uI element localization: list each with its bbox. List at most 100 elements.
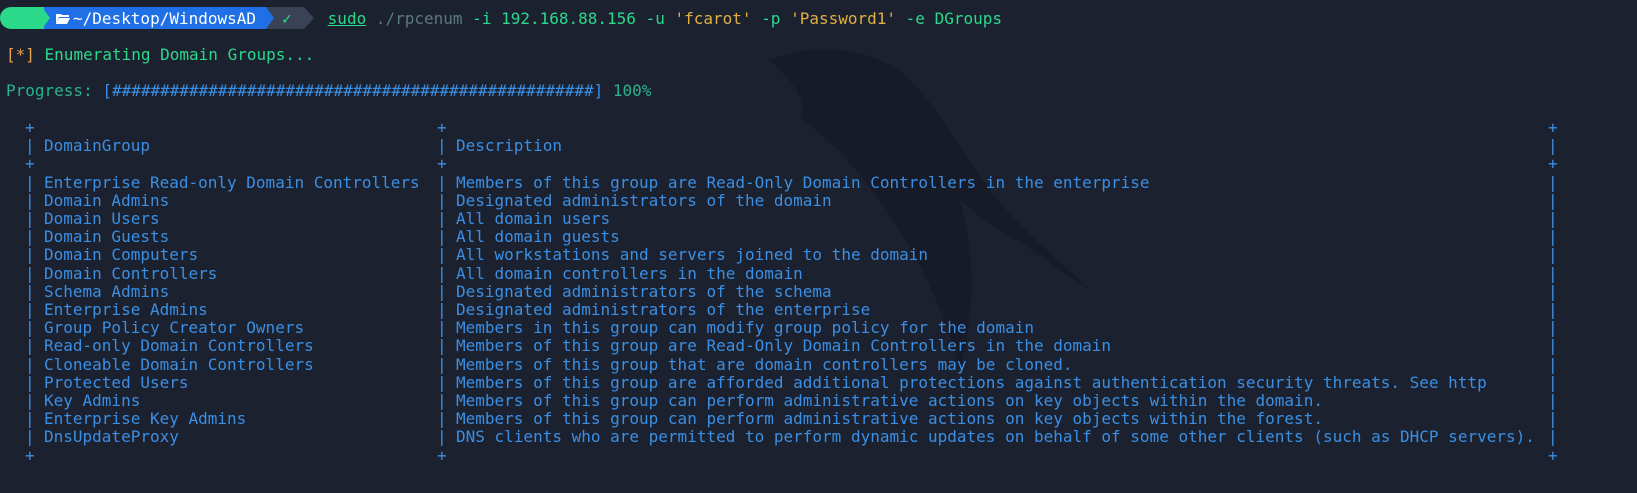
table-border-pipe: | [25, 354, 35, 374]
status-marker: [*] [6, 45, 35, 64]
table-border-pipe: | [1548, 281, 1558, 301]
table-border-pipe: | [1548, 336, 1558, 356]
table-border-pipe: | [437, 209, 447, 228]
progress-bar: [#######################################… [102, 81, 604, 100]
table-row-group: Domain Guests [44, 227, 170, 247]
table-border-pipe: | [1548, 409, 1558, 429]
table-border-corner: + [1548, 154, 1558, 174]
status-line: [*] Enumerating Domain Groups... [6, 45, 314, 64]
table-row-group: Domain Computers [44, 245, 199, 265]
table-border-pipe: | [437, 318, 447, 338]
table-border-pipe: | [25, 136, 35, 156]
table-border-corner: + [25, 154, 35, 174]
table-row-group: Protected Users [44, 372, 189, 392]
command-args-3: -e DGroups [896, 8, 1002, 28]
table-border-pipe: | [437, 227, 447, 247]
current-directory: ~/Desktop/WindowsAD [73, 8, 257, 28]
table-border-pipe: | [437, 172, 447, 192]
table-border-pipe: | [25, 172, 35, 192]
table-border-pipe: | [437, 354, 447, 374]
command-args-2: -p [751, 8, 791, 28]
table-border-corner: + [437, 118, 447, 137]
table-border-pipe: | [1548, 391, 1558, 410]
table-border-corner: + [437, 445, 447, 465]
table-border-pipe: | [1548, 427, 1558, 447]
table-header-group: DomainGroup [44, 136, 150, 156]
table-border-corner: + [437, 154, 447, 174]
table-border-pipe: | [25, 336, 35, 356]
directory-segment: ~/Desktop/WindowsAD [41, 7, 267, 29]
command-sudo: sudo [327, 8, 367, 28]
table-row-description: Designated administrators of the enterpr… [456, 300, 871, 319]
table-border-pipe: | [1548, 209, 1558, 228]
table-row-description: Members in this group can modify group p… [456, 318, 1034, 338]
table-border-pipe: | [437, 409, 447, 429]
table-border-pipe: | [25, 318, 35, 338]
progress-label: Progress: [6, 81, 103, 100]
table-row-description: Members of this group are Read-Only Doma… [456, 336, 1112, 356]
table-border-pipe: | [25, 300, 35, 319]
folder-open-icon [56, 13, 70, 24]
table-border-pipe: | [25, 427, 35, 447]
table-border-pipe: | [437, 336, 447, 356]
table-row-description: Members of this group can perform admini… [456, 391, 1323, 410]
table-row-description: All workstations and servers joined to t… [456, 245, 929, 265]
table-row-group: Group Policy Creator Owners [44, 318, 305, 338]
table-row-group: Enterprise Read-only Domain Controllers [44, 172, 420, 192]
table-row-group: Enterprise Admins [44, 300, 208, 319]
table-border-pipe: | [1548, 318, 1558, 338]
table-border-pipe: | [1548, 245, 1558, 265]
table-row-description: All domain users [456, 209, 611, 228]
table-row-group: Domain Controllers [44, 263, 218, 283]
check-icon: ✓ [282, 8, 292, 28]
table-row-description: Members of this group are Read-Only Doma… [456, 172, 1150, 192]
table-row-description: Designated administrators of the schema [456, 281, 832, 301]
table-border-pipe: | [25, 263, 35, 283]
table-border-pipe: | [1548, 263, 1558, 283]
command-pass: 'Password1' [790, 8, 897, 28]
table-border-pipe: | [437, 427, 447, 447]
command-program: ./rpcenum [375, 8, 463, 28]
table-border-corner: + [1548, 118, 1558, 137]
table-row-group: Enterprise Key Admins [44, 409, 247, 429]
table-border-pipe: | [437, 281, 447, 301]
table-border-pipe: | [1548, 372, 1558, 392]
table-border-pipe: | [1548, 136, 1558, 156]
exit-status-segment: ✓ [266, 7, 314, 29]
table-border-pipe: | [1548, 227, 1558, 247]
table-border-pipe: | [1548, 354, 1558, 374]
table-border-corner: + [25, 118, 35, 137]
table-border-pipe: | [25, 227, 35, 247]
table-border-pipe: | [25, 372, 35, 392]
table-border-pipe: | [25, 281, 35, 301]
table-border-pipe: | [437, 136, 447, 156]
table-row-description: Designated administrators of the domain [456, 190, 832, 210]
table-row-group: Cloneable Domain Controllers [44, 354, 314, 374]
table-border-pipe: | [1548, 300, 1558, 319]
table-border-pipe: | [25, 209, 35, 228]
table-border-pipe: | [437, 372, 447, 392]
table-border-pipe: | [437, 300, 447, 319]
table-row-description: DNS clients who are permitted to perform… [456, 427, 1535, 447]
table-row-description: All domain controllers in the domain [456, 263, 803, 283]
shell-prompt: ~/Desktop/WindowsAD ✓ sudo ./rpcenum -i … [0, 7, 1002, 29]
command-line: sudo ./rpcenum -i 192.168.88.156 -u 'fca… [328, 9, 1002, 28]
table-border-pipe: | [1548, 172, 1558, 192]
table-border-pipe: | [437, 190, 447, 210]
table-row-group: DnsUpdateProxy [44, 427, 179, 447]
table-row-group: Key Admins [44, 391, 141, 410]
progress-line: Progress: [#############################… [6, 81, 651, 100]
progress-percent: 100% [603, 81, 652, 100]
table-row-description: Members of this group are afforded addit… [456, 372, 1487, 392]
table-border-pipe: | [25, 190, 35, 210]
table-border-pipe: | [25, 391, 35, 410]
table-border-pipe: | [437, 391, 447, 410]
command-args-1: -i 192.168.88.156 -u [462, 8, 675, 28]
status-message: Enumerating Domain Groups... [34, 45, 315, 64]
table-border-corner: + [25, 445, 35, 465]
table-border-pipe: | [1548, 190, 1558, 210]
table-row-group: Domain Users [44, 209, 160, 228]
table-border-pipe: | [25, 409, 35, 429]
table-row-description: Members of this group can perform admini… [456, 409, 1323, 429]
table-row-description: All domain guests [456, 227, 620, 247]
